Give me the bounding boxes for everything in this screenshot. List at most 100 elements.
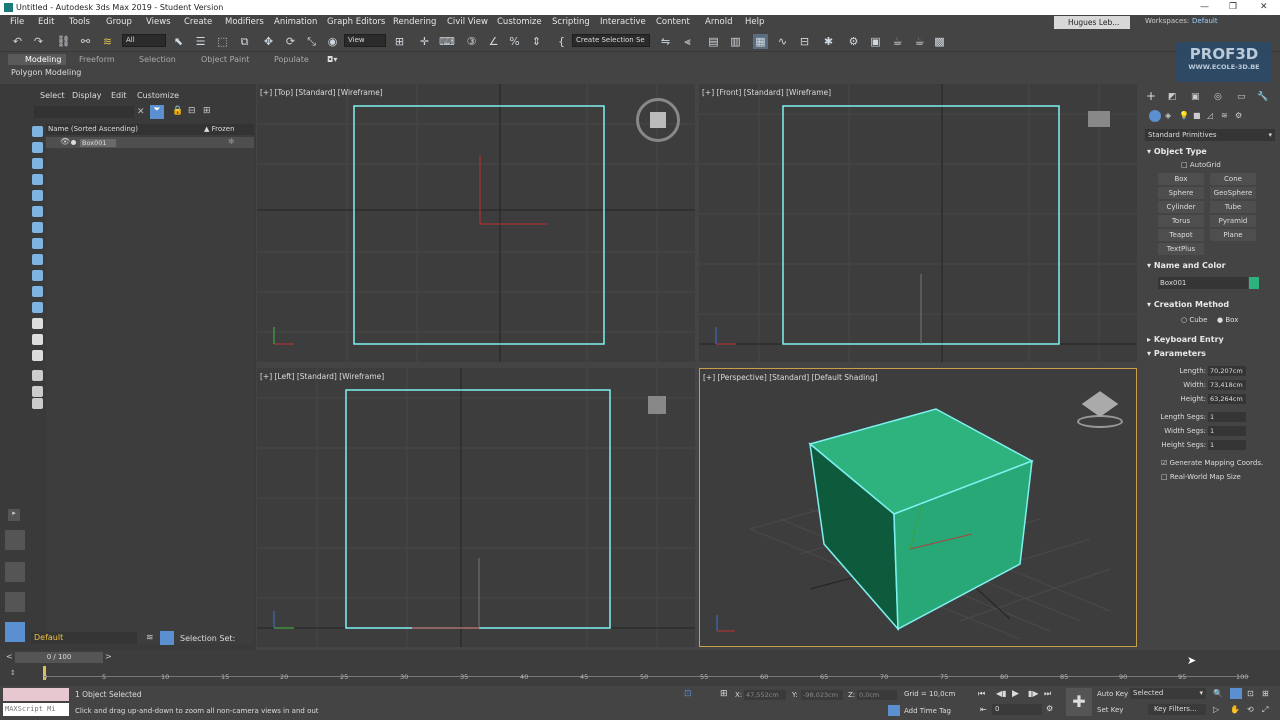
render-dot-icon[interactable] bbox=[71, 140, 76, 145]
bones-filter-icon[interactable] bbox=[32, 270, 43, 281]
maximize-button[interactable]: ❐ bbox=[1229, 2, 1237, 12]
viewcube-left[interactable] bbox=[648, 396, 666, 414]
tab-modeling[interactable]: Modeling bbox=[25, 55, 61, 64]
viewport-layout-icon-1[interactable] bbox=[5, 530, 25, 550]
maximize-viewport-icon[interactable]: ⤢ bbox=[1262, 705, 1268, 715]
viewport-top[interactable]: [+] [Top] [Standard] [Wireframe] bbox=[257, 84, 695, 362]
undo-icon[interactable]: ↶ bbox=[10, 34, 25, 49]
keyboard-shortcut-icon[interactable]: ⌨ bbox=[439, 34, 455, 49]
funnel-icon[interactable] bbox=[32, 386, 43, 397]
sync-selection-icon[interactable] bbox=[32, 370, 43, 381]
textplus-button[interactable]: TextPlus bbox=[1158, 243, 1204, 255]
time-slider[interactable]: 0 / 100 bbox=[15, 652, 103, 663]
viewcube-front[interactable] bbox=[1088, 111, 1110, 127]
lights-icon[interactable]: 💡 bbox=[1179, 111, 1189, 120]
object-type-header[interactable]: ▾ Object Type bbox=[1147, 147, 1207, 156]
hierarchy-icon[interactable]: ⊟ bbox=[188, 106, 196, 116]
render-production-icon[interactable]: ☕ bbox=[890, 34, 905, 49]
set-key-icon[interactable]: ✚ bbox=[1066, 688, 1092, 716]
cylinder-button[interactable]: Cylinder bbox=[1158, 201, 1204, 213]
angle-snap-icon[interactable]: ∠ bbox=[486, 34, 501, 49]
menu-customize[interactable]: Customize bbox=[497, 17, 542, 27]
render-setup-icon[interactable]: ⚙ bbox=[846, 34, 861, 49]
height-segs-spinner[interactable]: 1 bbox=[1208, 440, 1246, 450]
edit-named-sel-icon[interactable]: { bbox=[554, 34, 569, 49]
name-color-header[interactable]: ▾ Name and Color bbox=[1147, 261, 1226, 270]
menu-graph-editors[interactable]: Graph Editors bbox=[327, 17, 385, 27]
col-name[interactable]: Name (Sorted Ascending) bbox=[48, 125, 138, 133]
menu-arnold[interactable]: Arnold bbox=[705, 17, 733, 27]
viewcube-perspective[interactable] bbox=[1077, 387, 1123, 429]
mirror-icon[interactable]: ⇋ bbox=[658, 34, 673, 49]
utilities-tab-icon[interactable]: 🔧 bbox=[1257, 92, 1268, 102]
menu-modifiers[interactable]: Modifiers bbox=[225, 17, 264, 27]
select-invert-icon[interactable] bbox=[32, 350, 43, 361]
groups-filter-icon[interactable] bbox=[32, 238, 43, 249]
shapes-icon[interactable]: ◈ bbox=[1165, 111, 1171, 120]
viewport-front[interactable]: [+] [Front] [Standard] [Wireframe] bbox=[699, 84, 1137, 362]
scale-icon[interactable]: ⤡ bbox=[304, 34, 319, 49]
redo-icon[interactable]: ↷ bbox=[31, 34, 46, 49]
go-to-start-icon[interactable]: ⏮ bbox=[978, 689, 985, 699]
length-spinner[interactable]: 70,207cm bbox=[1208, 366, 1246, 376]
viewport-layout-icon-2[interactable] bbox=[5, 562, 25, 582]
minimize-button[interactable]: — bbox=[1200, 2, 1209, 12]
tab-freeform[interactable]: Freeform bbox=[79, 55, 115, 64]
align-icon[interactable]: ⫷ bbox=[680, 34, 695, 49]
curve-editor-icon[interactable]: ∿ bbox=[775, 34, 790, 49]
viewport-layout-icon-3[interactable] bbox=[5, 592, 25, 612]
layer-explorer-icon[interactable]: ▥ bbox=[728, 34, 743, 49]
bind-spacewarp-icon[interactable]: ≋ bbox=[100, 34, 115, 49]
set-key-button[interactable]: Set Key bbox=[1097, 706, 1123, 714]
pin-icon[interactable] bbox=[32, 398, 43, 409]
z-coordinate-input[interactable]: 0,0cm bbox=[857, 690, 897, 700]
width-spinner[interactable]: 73,418cm bbox=[1208, 380, 1246, 390]
hierarchy-tab-icon[interactable]: ▣ bbox=[1191, 92, 1200, 102]
box-button[interactable]: Box bbox=[1158, 173, 1204, 185]
time-config-icon-2[interactable]: ⚙ bbox=[1046, 704, 1053, 713]
object-color-swatch[interactable] bbox=[1249, 277, 1259, 289]
x-coordinate-input[interactable]: 47,552cm bbox=[744, 690, 786, 700]
render-cloud-icon[interactable]: ▩ bbox=[932, 34, 947, 49]
cube-radio[interactable]: ○ Cube bbox=[1181, 316, 1207, 324]
viewport-label-left[interactable]: [+] [Left] [Standard] [Wireframe] bbox=[260, 372, 384, 381]
layer-dropdown[interactable]: Default bbox=[31, 632, 137, 644]
xrefs-filter-icon[interactable] bbox=[32, 254, 43, 265]
ribbon-options-icon[interactable]: ◘▾ bbox=[327, 55, 337, 64]
geometry-filter-icon[interactable] bbox=[32, 142, 43, 153]
menu-animation[interactable]: Animation bbox=[274, 17, 317, 27]
expand-icon[interactable]: ▸ bbox=[8, 509, 20, 521]
viewcube-top[interactable] bbox=[636, 98, 680, 142]
viewport-label-front[interactable]: [+] [Front] [Standard] [Wireframe] bbox=[702, 88, 831, 97]
ref-coord-dropdown[interactable]: View bbox=[344, 34, 386, 47]
selection-set-icon[interactable] bbox=[160, 631, 174, 645]
isolate-icon[interactable]: ⊡ bbox=[684, 689, 692, 699]
snap-icon[interactable]: ③ bbox=[464, 34, 479, 49]
menu-file[interactable]: File bbox=[10, 17, 24, 27]
eye-icon[interactable]: 👁 bbox=[60, 137, 70, 146]
render-iterative-icon[interactable]: ☕ bbox=[912, 34, 927, 49]
move-icon[interactable]: ✥ bbox=[261, 34, 276, 49]
height-spinner[interactable]: 63,264cm bbox=[1208, 394, 1246, 404]
tab-selection[interactable]: Selection bbox=[139, 55, 176, 64]
tube-button[interactable]: Tube bbox=[1210, 201, 1256, 213]
maxscript-mini-input[interactable]: MAXScript Mi bbox=[3, 703, 69, 716]
viewport-perspective[interactable]: [+] [Perspective] [Standard] [Default Sh… bbox=[699, 368, 1137, 647]
cone-button[interactable]: Cone bbox=[1210, 173, 1256, 185]
zoom-extents-all-icon[interactable]: ⊞ bbox=[1262, 689, 1269, 698]
scene-menu-display[interactable]: Display bbox=[72, 91, 102, 100]
frozen-toggle-icon[interactable]: ❄ bbox=[228, 137, 235, 146]
helpers-icon[interactable]: ◿ bbox=[1207, 111, 1213, 120]
named-selection-dropdown[interactable]: Create Selection Se bbox=[572, 34, 650, 47]
absolute-mode-icon[interactable]: ⊞ bbox=[720, 689, 728, 699]
link-icon[interactable]: ⛓ bbox=[56, 34, 71, 49]
width-segs-spinner[interactable]: 1 bbox=[1208, 426, 1246, 436]
select-object-icon[interactable]: ⬉ bbox=[171, 34, 186, 49]
menu-group[interactable]: Group bbox=[106, 17, 132, 27]
spacewarps-icon[interactable]: ≋ bbox=[1221, 111, 1228, 120]
sphere-button[interactable]: Sphere bbox=[1158, 187, 1204, 199]
geosphere-button[interactable]: GeoSphere bbox=[1210, 187, 1256, 199]
viewport-left[interactable]: [+] [Left] [Standard] [Wireframe] bbox=[257, 368, 695, 647]
prev-frame-icon[interactable]: ◀▮ bbox=[996, 689, 1007, 698]
go-to-end-icon[interactable]: ⏭ bbox=[1044, 689, 1051, 699]
